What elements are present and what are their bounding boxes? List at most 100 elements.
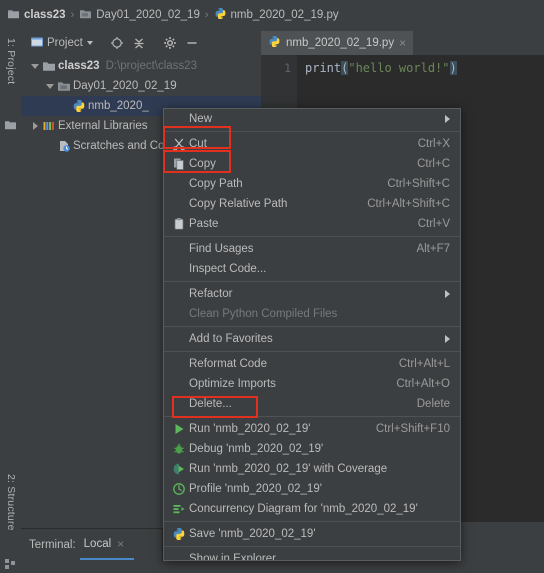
- folder-icon: [41, 59, 56, 73]
- tree-node-class23[interactable]: class23 D:\project\class23: [21, 56, 261, 76]
- menu-item-shortcut: Ctrl+Shift+F10: [375, 423, 450, 435]
- breadcrumb-separator: ›: [70, 9, 75, 21]
- python-file-icon: [214, 7, 227, 23]
- menu-item-copy-path[interactable]: Copy Path Ctrl+Shift+C: [164, 174, 460, 194]
- breadcrumb-label: class23: [24, 9, 66, 21]
- collapse-all-icon[interactable]: [129, 34, 149, 52]
- menu-item-refactor[interactable]: Refactor: [164, 284, 460, 304]
- menu-item-label: Run 'nmb_2020_02_19' with Coverage: [189, 463, 388, 475]
- expand-arrow-icon[interactable]: [29, 122, 41, 130]
- chevron-down-icon: [86, 41, 93, 45]
- menu-item-run[interactable]: Run 'nmb_2020_02_19' Ctrl+Shift+F10: [164, 419, 460, 439]
- menu-separator: [164, 131, 460, 132]
- menu-item-delete[interactable]: Delete... Delete: [164, 394, 460, 414]
- menu-item-label: Add to Favorites: [189, 333, 273, 345]
- menu-item-add-to-favorites[interactable]: Add to Favorites: [164, 329, 460, 349]
- tree-node-day01[interactable]: Day01_2020_02_19: [21, 76, 261, 96]
- expand-arrow-icon[interactable]: [44, 83, 56, 89]
- debug-bug-icon: [169, 442, 189, 456]
- editor-tab-nmb[interactable]: nmb_2020_02_19.py ×: [261, 31, 414, 55]
- terminal-tab-local[interactable]: Local ×: [79, 537, 134, 560]
- code-line-1: print("hello world!"): [305, 61, 457, 75]
- folder-module-icon: [56, 79, 71, 93]
- terminal-tab-label: Local: [83, 538, 112, 550]
- close-icon[interactable]: ×: [117, 537, 124, 551]
- breadcrumb-separator: ›: [204, 9, 209, 21]
- menu-separator: [164, 546, 460, 547]
- menu-item-label: Reformat Code: [189, 358, 267, 370]
- menu-item-inspect-code[interactable]: Inspect Code...: [164, 259, 460, 279]
- sidebar-tab-project[interactable]: 1: Project: [0, 34, 21, 114]
- menu-item-cut[interactable]: Cut Ctrl+X: [164, 134, 460, 154]
- menu-item-run-with-coverage[interactable]: Run 'nmb_2020_02_19' with Coverage: [164, 459, 460, 479]
- menu-item-label: Inspect Code...: [189, 263, 267, 275]
- menu-item-shortcut: Ctrl+Alt+L: [398, 358, 450, 370]
- sidebar-tab-structure[interactable]: 2: Structure: [0, 470, 21, 560]
- breadcrumb: class23 › Day01_2020_02_19 › nmb_2020_02…: [0, 0, 544, 30]
- menu-item-label: Concurrency Diagram for 'nmb_2020_02_19': [189, 503, 418, 515]
- menu-item-shortcut: Ctrl+Alt+O: [396, 378, 450, 390]
- menu-item-shortcut: Ctrl+Shift+C: [387, 178, 450, 190]
- menu-item-label: Profile 'nmb_2020_02_19': [189, 483, 322, 495]
- tree-label: External Libraries: [58, 120, 148, 132]
- python-file-icon: [71, 99, 86, 113]
- editor-tab-strip: nmb_2020_02_19.py ×: [261, 30, 544, 55]
- concurrency-icon: [169, 502, 189, 516]
- menu-item-reformat-code[interactable]: Reformat Code Ctrl+Alt+L: [164, 354, 460, 374]
- menu-item-shortcut: Ctrl+C: [417, 158, 450, 170]
- editor-tab-label: nmb_2020_02_19.py: [286, 37, 395, 49]
- menu-item-label: Paste: [189, 218, 219, 230]
- tree-label: nmb_2020_: [88, 100, 149, 112]
- menu-item-label: Optimize Imports: [189, 378, 276, 390]
- menu-item-profile[interactable]: Profile 'nmb_2020_02_19': [164, 479, 460, 499]
- menu-item-clean-python-compiled-files: Clean Python Compiled Files: [164, 304, 460, 324]
- menu-item-shortcut: Alt+F7: [416, 243, 450, 255]
- menu-separator: [164, 521, 460, 522]
- project-view-dropdown[interactable]: Project: [27, 33, 96, 54]
- menu-item-save[interactable]: Save 'nmb_2020_02_19': [164, 524, 460, 544]
- breadcrumb-item-file[interactable]: nmb_2020_02_19.py: [214, 7, 339, 23]
- expand-arrow-icon[interactable]: [29, 63, 41, 69]
- menu-item-concurrency-diagram[interactable]: Concurrency Diagram for 'nmb_2020_02_19': [164, 499, 460, 519]
- hide-panel-icon[interactable]: [182, 34, 202, 52]
- menu-item-show-in-explorer[interactable]: Show in Explorer: [164, 549, 460, 561]
- menu-item-find-usages[interactable]: Find Usages Alt+F7: [164, 239, 460, 259]
- folder-module-icon: [79, 7, 92, 23]
- menu-item-shortcut: Ctrl+X: [417, 138, 450, 150]
- menu-item-paste[interactable]: Paste Ctrl+V: [164, 214, 460, 234]
- menu-item-debug[interactable]: Debug 'nmb_2020_02_19': [164, 439, 460, 459]
- menu-item-shortcut: Ctrl+Alt+Shift+C: [367, 198, 450, 210]
- terminal-tool-window-header: Terminal: Local ×: [21, 528, 163, 561]
- menu-item-label: Run 'nmb_2020_02_19': [189, 423, 311, 435]
- menu-item-shortcut: Delete: [416, 398, 450, 410]
- locate-target-icon[interactable]: [107, 34, 127, 52]
- code-token-string: "hello world!": [348, 61, 450, 75]
- menu-separator: [164, 416, 460, 417]
- menu-item-label: Show in Explorer: [189, 553, 276, 561]
- folder-icon: [7, 7, 20, 23]
- close-icon[interactable]: ×: [399, 37, 406, 49]
- project-window-icon: [30, 35, 44, 52]
- menu-item-label: Copy Relative Path: [189, 198, 288, 210]
- breadcrumb-item-class23[interactable]: class23: [7, 7, 66, 23]
- menu-separator: [164, 236, 460, 237]
- python-file-icon: [169, 527, 189, 541]
- context-menu: New Cut Ctrl+X Copy Ctrl+C Copy Path Ctr…: [163, 108, 461, 561]
- cut-scissors-icon: [169, 137, 189, 151]
- breadcrumb-item-day01[interactable]: Day01_2020_02_19: [79, 7, 200, 23]
- menu-item-label: Refactor: [189, 288, 233, 300]
- settings-gear-icon[interactable]: [160, 34, 180, 52]
- tree-label: Day01_2020_02_19: [73, 80, 177, 92]
- pycharm-window: class23 › Day01_2020_02_19 › nmb_2020_02…: [0, 0, 544, 569]
- breadcrumb-label: Day01_2020_02_19: [96, 9, 200, 21]
- terminal-label: Terminal:: [29, 539, 76, 551]
- menu-item-copy-relative-path[interactable]: Copy Relative Path Ctrl+Alt+Shift+C: [164, 194, 460, 214]
- submenu-arrow-icon: [445, 335, 450, 343]
- menu-item-label: Find Usages: [189, 243, 254, 255]
- menu-item-new[interactable]: New: [164, 109, 460, 129]
- menu-item-optimize-imports[interactable]: Optimize Imports Ctrl+Alt+O: [164, 374, 460, 394]
- breadcrumb-label: nmb_2020_02_19.py: [230, 9, 339, 21]
- menu-item-copy[interactable]: Copy Ctrl+C: [164, 154, 460, 174]
- menu-separator: [164, 281, 460, 282]
- menu-item-label: Copy Path: [189, 178, 243, 190]
